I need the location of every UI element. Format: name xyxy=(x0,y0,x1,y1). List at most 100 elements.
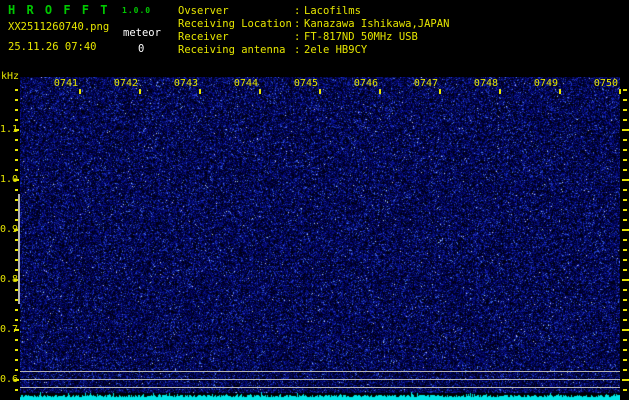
freq-minor-tick-right xyxy=(623,189,627,191)
app-version: 1.0.0 xyxy=(122,6,152,15)
freq-minor-tick-left xyxy=(15,119,18,121)
hrofft-window: H R O F F T 1.0.0 XX2511260740.png meteo… xyxy=(0,0,629,400)
freq-major-tick-left xyxy=(14,129,19,131)
freq-minor-tick-left xyxy=(15,149,18,151)
time-axis-label: 0748 xyxy=(473,78,498,89)
freq-minor-tick-right xyxy=(623,319,627,321)
freq-minor-tick-right xyxy=(623,369,627,371)
info-row: Receiver: FT-817ND 50MHz USB xyxy=(178,31,449,44)
info-separator: : xyxy=(294,44,301,56)
time-axis-tick xyxy=(619,89,621,94)
time-axis-tick xyxy=(79,89,81,94)
freq-minor-tick-right xyxy=(623,139,627,141)
freq-minor-tick-left xyxy=(15,189,18,191)
freq-minor-tick-right xyxy=(623,169,627,171)
freq-axis-label: 1.1 xyxy=(0,124,19,135)
band-marker-line xyxy=(18,194,20,304)
freq-minor-tick-right xyxy=(623,269,627,271)
reference-line xyxy=(20,387,620,388)
freq-axis-label: 1.0 xyxy=(0,174,19,185)
freq-minor-tick-right xyxy=(623,259,627,261)
info-separator: : xyxy=(294,31,301,43)
freq-minor-tick-right xyxy=(623,199,627,201)
info-separator: : xyxy=(294,18,301,30)
datetime-label: 25.11.26 07:40 xyxy=(8,41,97,53)
freq-minor-tick-left xyxy=(15,389,18,391)
freq-major-tick-right xyxy=(622,329,629,331)
time-axis-tick xyxy=(259,89,261,94)
freq-minor-tick-right xyxy=(623,389,627,391)
freq-minor-tick-right xyxy=(623,209,627,211)
time-axis-label: 0745 xyxy=(293,78,318,89)
time-axis-label: 0747 xyxy=(413,78,438,89)
time-axis-tick xyxy=(379,89,381,94)
freq-axis-label: 0.8 xyxy=(0,274,19,285)
info-row: Receiving Location: Kanazawa Ishikawa,JAP… xyxy=(178,18,449,31)
file-name: XX2511260740.png xyxy=(8,21,110,33)
time-axis-label: 0743 xyxy=(173,78,198,89)
freq-axis-label: 0.6 xyxy=(0,374,19,385)
freq-minor-tick-left xyxy=(15,89,18,91)
info-key: Receiving antenna xyxy=(178,44,286,56)
info-separator: : xyxy=(294,5,301,17)
freq-minor-tick-left xyxy=(15,169,18,171)
freq-minor-tick-left xyxy=(15,139,18,141)
time-axis-tick xyxy=(559,89,561,94)
freq-major-tick-left xyxy=(14,329,19,331)
freq-major-tick-right xyxy=(622,179,629,181)
reference-line xyxy=(20,379,620,380)
reference-line xyxy=(20,371,620,372)
meteor-count: 0 xyxy=(138,43,145,55)
time-axis-label: 0742 xyxy=(113,78,138,89)
freq-minor-tick-left xyxy=(15,339,18,341)
time-axis-tick xyxy=(319,89,321,94)
freq-major-tick-right xyxy=(622,379,629,381)
freq-minor-tick-left xyxy=(15,359,18,361)
spectrogram-canvas xyxy=(20,77,620,400)
freq-minor-tick-right xyxy=(623,249,627,251)
freq-minor-tick-right xyxy=(623,289,627,291)
freq-minor-tick-right xyxy=(623,339,627,341)
freq-minor-tick-right xyxy=(623,109,627,111)
info-value: Lacofilms xyxy=(304,5,361,17)
info-row: Ovserver: Lacofilms xyxy=(178,5,449,18)
freq-major-tick-left xyxy=(14,379,19,381)
freq-minor-tick-right xyxy=(623,309,627,311)
mode-label: meteor xyxy=(123,27,161,39)
freq-minor-tick-left xyxy=(15,369,18,371)
time-axis-label: 0749 xyxy=(533,78,558,89)
freq-minor-tick-right xyxy=(623,149,627,151)
info-value: FT-817ND 50MHz USB xyxy=(304,31,418,43)
freq-major-tick-right xyxy=(622,129,629,131)
freq-major-tick-right xyxy=(622,229,629,231)
freq-minor-tick-left xyxy=(15,319,18,321)
info-row: Receiving antenna:2ele HB9CY xyxy=(178,44,449,57)
info-key: Receiving Location xyxy=(178,18,292,30)
freq-minor-tick-left xyxy=(15,109,18,111)
time-axis-tick xyxy=(139,89,141,94)
freq-minor-tick-left xyxy=(15,309,18,311)
station-info-table: Ovserver: Lacofilms Receiving Location: Kan… xyxy=(178,5,449,57)
time-axis-tick xyxy=(499,89,501,94)
freq-unit-label: kHz xyxy=(1,71,20,82)
freq-axis-label: 0.9 xyxy=(0,224,19,235)
freq-axis-label: 0.7 xyxy=(0,324,19,335)
freq-minor-tick-right xyxy=(623,359,627,361)
time-axis-tick xyxy=(199,89,201,94)
freq-minor-tick-right xyxy=(623,219,627,221)
freq-minor-tick-right xyxy=(623,239,627,241)
freq-minor-tick-right xyxy=(623,299,627,301)
info-value: Kanazawa Ishikawa,JAPAN xyxy=(304,18,450,30)
freq-minor-tick-right xyxy=(623,349,627,351)
time-axis-label: 0746 xyxy=(353,78,378,89)
time-axis-label: 0750 xyxy=(593,78,618,89)
freq-minor-tick-left xyxy=(15,99,18,101)
time-axis-label: 0744 xyxy=(233,78,258,89)
freq-minor-tick-right xyxy=(623,159,627,161)
info-key: Receiver xyxy=(178,31,229,43)
freq-minor-tick-left xyxy=(15,349,18,351)
time-axis-label: 0741 xyxy=(53,78,78,89)
time-axis-tick xyxy=(439,89,441,94)
freq-minor-tick-right xyxy=(623,119,627,121)
freq-minor-tick-right xyxy=(623,89,627,91)
